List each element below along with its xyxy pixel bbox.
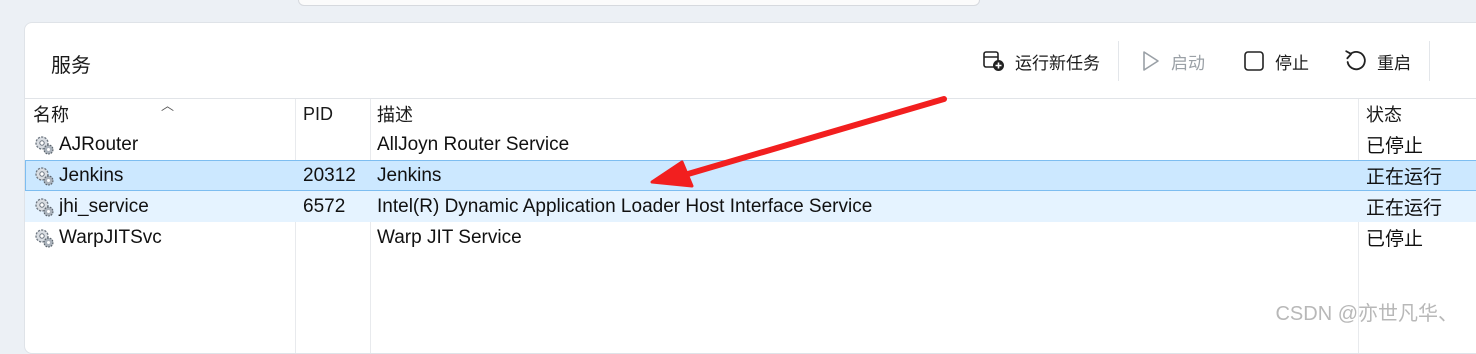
service-status: 正在运行 — [1366, 198, 1443, 219]
watermark: CSDN @亦世凡华、 — [1275, 303, 1458, 325]
table-row[interactable]: jhi_service 6572 Intel(R) Dynamic Applic… — [25, 191, 1476, 222]
service-pid: 20312 — [303, 164, 356, 186]
services-table: 名称 ︿ PID 描述 状态 AJRouter AllJoyn Router S… — [25, 98, 1476, 253]
service-name: AJRouter — [59, 133, 139, 155]
run-new-task-label: 运行新任务 — [1015, 53, 1100, 73]
table-row[interactable]: Jenkins 20312 Jenkins 正在运行 — [25, 160, 1476, 191]
table-row[interactable]: WarpJITSvc Warp JIT Service 已停止 — [25, 222, 1476, 253]
run-new-task-button[interactable]: 运行新任务 — [981, 48, 1100, 74]
gear-service-icon — [33, 196, 55, 218]
start-label: 启动 — [1171, 53, 1205, 73]
column-header-status[interactable]: 状态 — [1366, 99, 1402, 129]
stop-button[interactable]: 停止 — [1241, 48, 1309, 74]
toolbar-divider — [1118, 41, 1119, 81]
gear-service-icon — [33, 134, 55, 156]
column-header-description[interactable]: 描述 — [377, 99, 413, 129]
service-name: jhi_service — [59, 195, 149, 217]
column-header-name[interactable]: 名称 ︿ — [33, 98, 174, 129]
stop-square-icon — [1241, 48, 1267, 74]
column-header-pid[interactable]: PID — [303, 99, 333, 129]
service-status: 正在运行 — [1366, 167, 1443, 188]
service-pid: 6572 — [303, 195, 346, 217]
restart-button[interactable]: 重启 — [1343, 48, 1411, 74]
services-panel: 服务 运行新任务 启动 停止 重启 名称 ︿ PID 描述 状态 AJRoute… — [24, 22, 1476, 354]
restart-label: 重启 — [1377, 53, 1411, 73]
service-name: WarpJITSvc — [59, 226, 162, 248]
toolbar-divider — [1429, 41, 1430, 81]
new-task-icon — [981, 48, 1007, 74]
search-box[interactable] — [298, 0, 980, 6]
toolbar: 运行新任务 启动 停止 重启 — [981, 41, 1448, 81]
service-name: Jenkins — [59, 164, 124, 186]
service-description: AllJoyn Router Service — [377, 133, 570, 155]
stop-label: 停止 — [1275, 53, 1309, 73]
service-description: Warp JIT Service — [377, 226, 522, 248]
table-header: 名称 ︿ PID 描述 状态 — [25, 98, 1476, 129]
service-description: Intel(R) Dynamic Application Loader Host… — [377, 195, 873, 217]
table-row[interactable]: AJRouter AllJoyn Router Service 已停止 — [25, 129, 1476, 160]
page-title: 服务 — [51, 55, 91, 77]
gear-service-icon — [33, 165, 55, 187]
service-status: 已停止 — [1366, 229, 1424, 250]
gear-service-icon — [33, 227, 55, 249]
service-status: 已停止 — [1366, 136, 1424, 157]
sort-ascending-icon: ︿ — [161, 98, 175, 113]
service-description: Jenkins — [377, 164, 442, 186]
play-icon — [1137, 48, 1163, 74]
start-button[interactable]: 启动 — [1137, 48, 1205, 74]
restart-icon — [1343, 48, 1369, 74]
